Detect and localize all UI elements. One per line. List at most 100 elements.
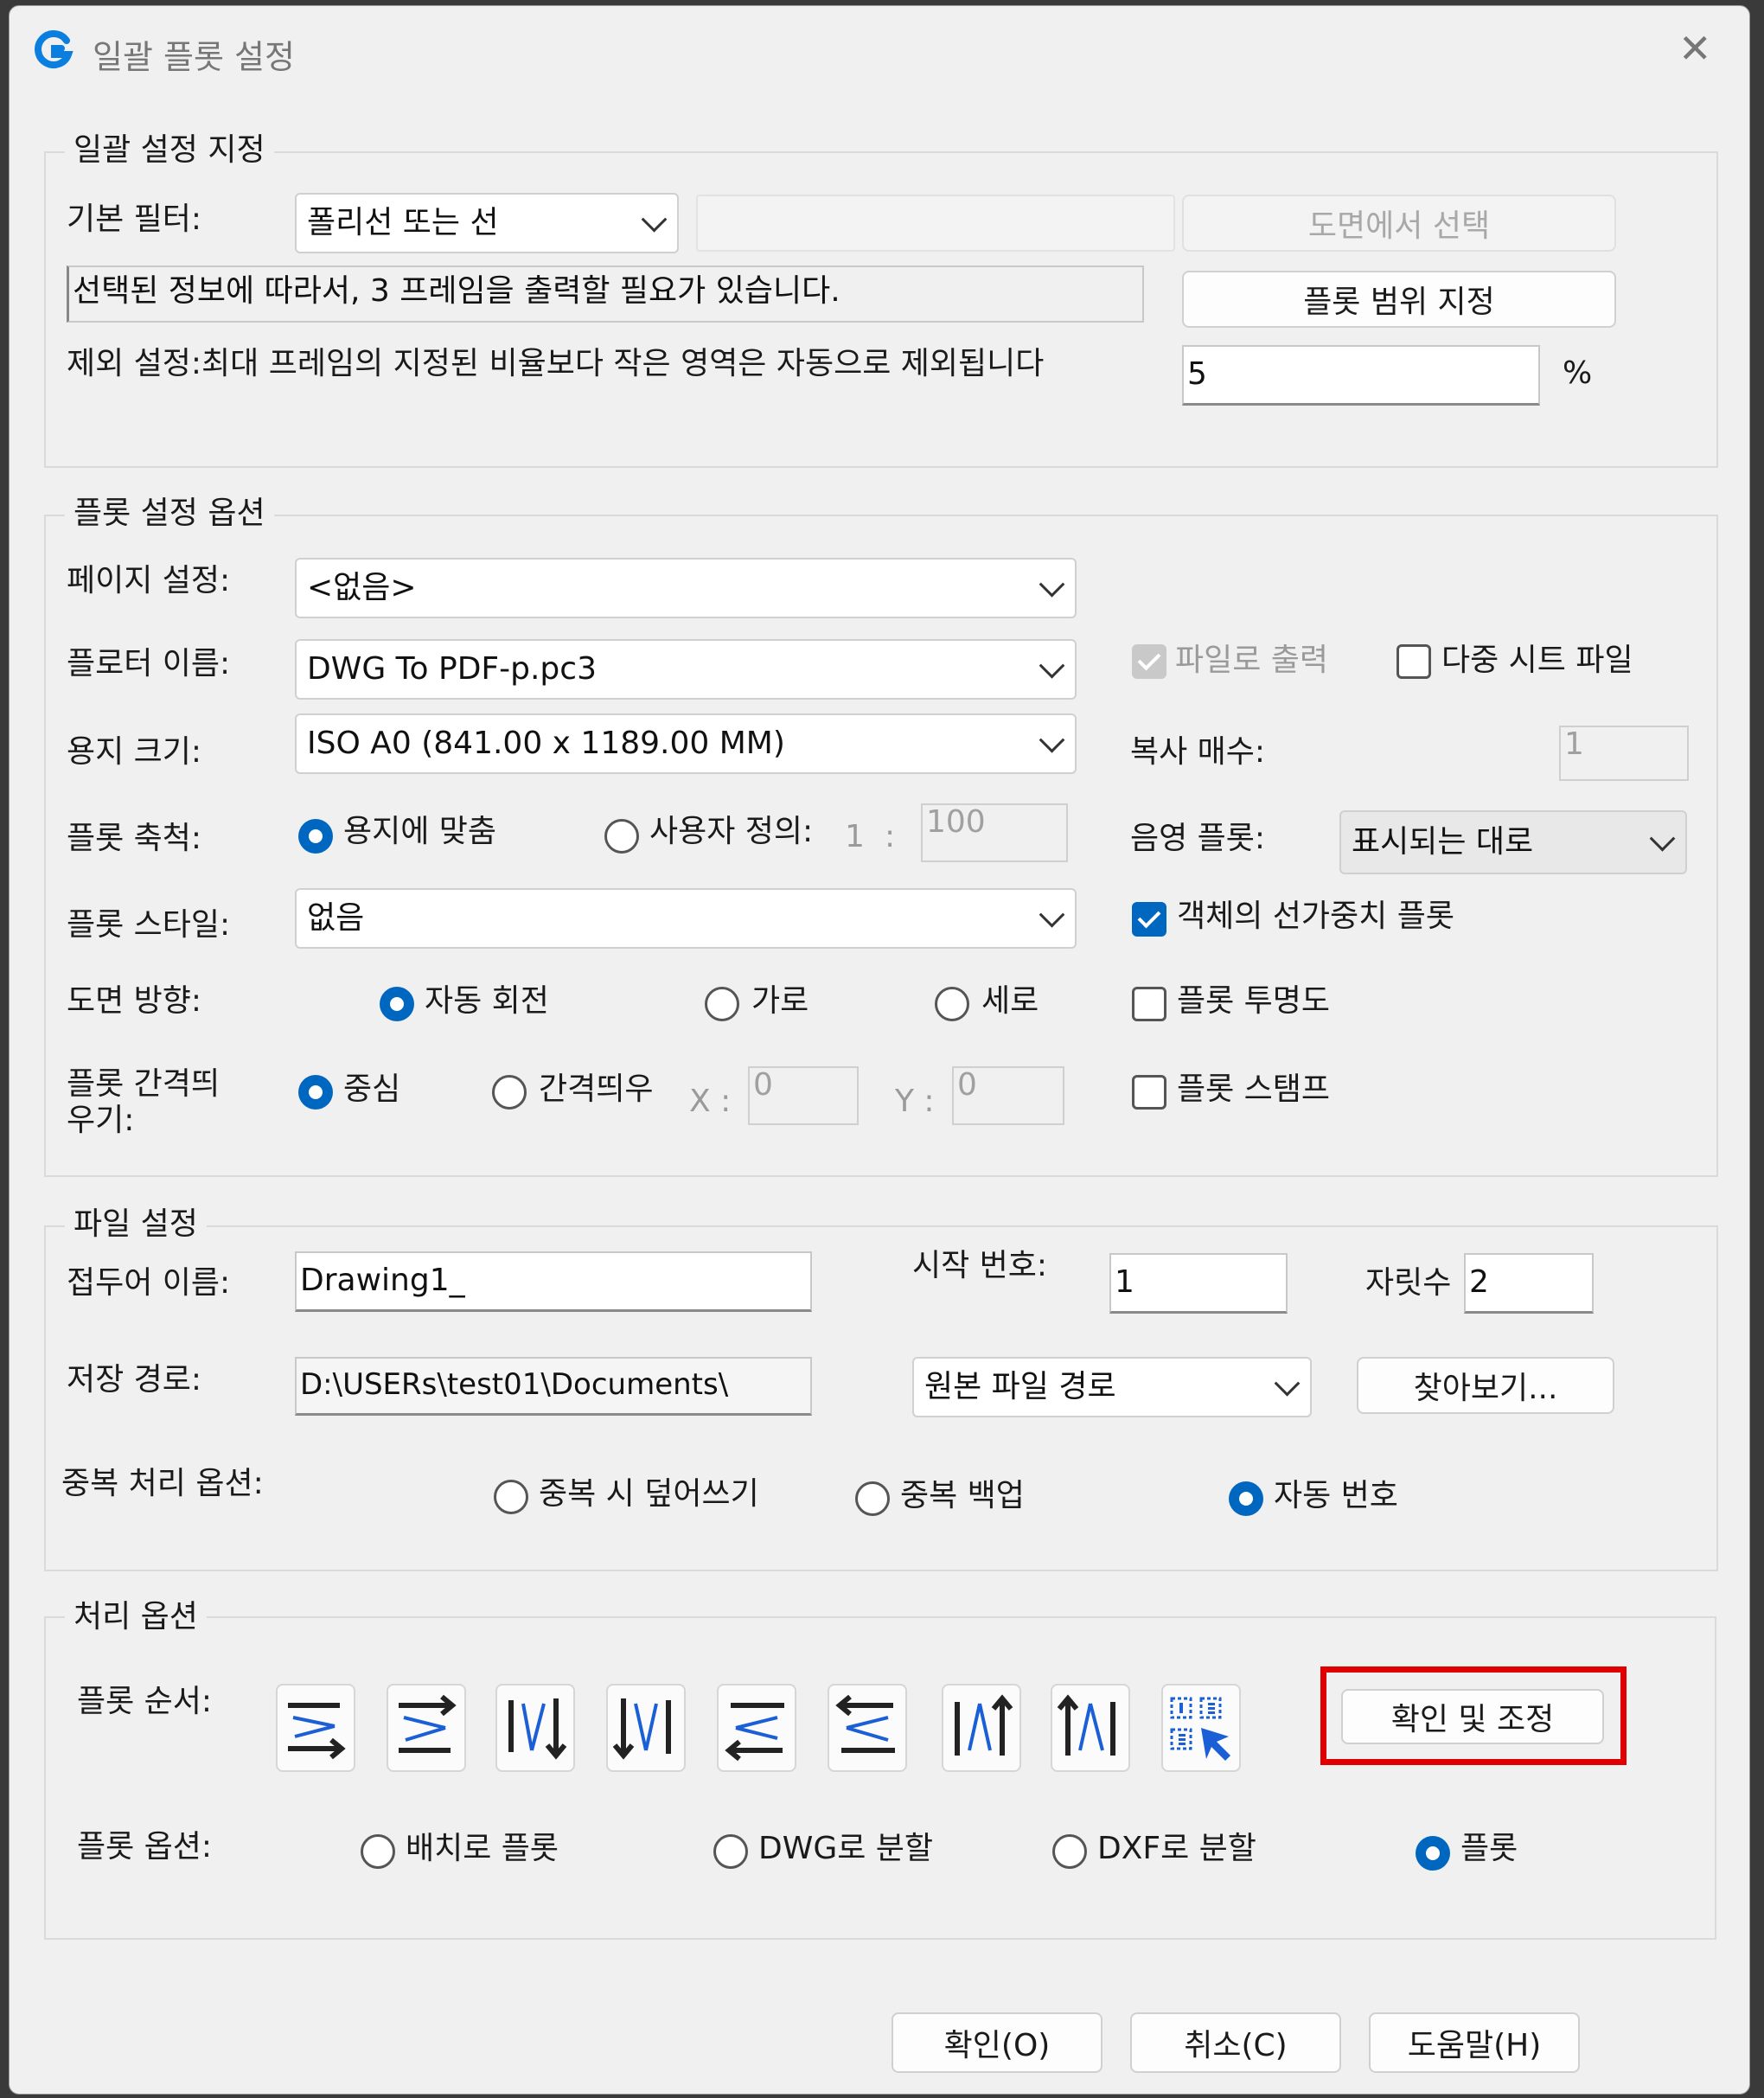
stamp-checkbox[interactable] — [1132, 1075, 1166, 1110]
filter-value: 폴리선 또는 선 — [307, 205, 499, 240]
center-label: 중심 — [343, 1071, 401, 1107]
plot-range-button[interactable]: 플롯 범위 지정 — [1182, 271, 1616, 328]
chevron-down-icon — [1039, 901, 1065, 928]
shade-plot-label: 음영 플롯: — [1130, 821, 1266, 856]
start-number-input[interactable]: 1 — [1109, 1253, 1288, 1314]
layout-plot-radio[interactable] — [361, 1834, 395, 1869]
orientation-label: 도면 방향: — [67, 983, 202, 1019]
file-settings-title: 파일 설정 — [65, 1206, 207, 1243]
select-in-drawing-button[interactable]: 도면에서 선택 — [1182, 195, 1616, 252]
rows-right-down-icon[interactable] — [276, 1684, 355, 1772]
page-setup-select[interactable]: <없음> — [295, 558, 1077, 618]
offset-label: 플롯 간격띄우기: — [67, 1066, 220, 1138]
info-text: 선택된 정보에 따라서, 3 프레임을 출력할 필요가 있습니다. — [67, 265, 1144, 323]
processing-options-group — [44, 1616, 1716, 1940]
digits-input[interactable]: 2 — [1464, 1253, 1594, 1314]
columns-down-right-icon[interactable] — [495, 1684, 575, 1772]
save-path-input[interactable]: D:\USERs\test01\Documents\ — [295, 1357, 812, 1416]
filter-display — [696, 195, 1175, 252]
plot-options-title: 플롯 설정 옵션 — [65, 496, 274, 532]
to-file-checkbox[interactable] — [1132, 644, 1166, 679]
app-logo-icon — [35, 30, 74, 68]
portrait-radio[interactable] — [935, 987, 969, 1021]
ok-button[interactable]: 확인(O) — [892, 2012, 1102, 2073]
paper-size-label: 용지 크기: — [67, 734, 202, 770]
columns-up-right-icon[interactable] — [942, 1684, 1021, 1772]
manual-select-icon[interactable] — [1161, 1684, 1241, 1772]
help-button[interactable]: 도움말(H) — [1369, 2012, 1580, 2073]
plotter-select[interactable]: DWG To PDF-p.pc3 — [295, 639, 1077, 700]
confirm-adjust-button[interactable]: 확인 및 조정 — [1341, 1689, 1604, 1744]
scale-colon: : — [885, 819, 896, 854]
offset-radio[interactable] — [492, 1075, 527, 1110]
scale-input[interactable]: 100 — [921, 803, 1068, 862]
multi-sheet-checkbox[interactable] — [1396, 644, 1431, 679]
dwg-split-radio[interactable] — [713, 1834, 748, 1869]
close-icon[interactable]: ✕ — [1678, 25, 1712, 72]
overwrite-label: 중복 시 덮어쓰기 — [539, 1476, 759, 1512]
rows-left-down-icon[interactable] — [828, 1684, 907, 1772]
filter-select[interactable]: 폴리선 또는 선 — [295, 193, 679, 253]
chevron-down-icon — [1039, 571, 1065, 598]
landscape-label: 가로 — [751, 983, 809, 1019]
plot-style-select[interactable]: 없음 — [295, 888, 1077, 949]
backup-label: 중복 백업 — [900, 1478, 1025, 1513]
shade-plot-select[interactable]: 표시되는 대로 — [1339, 810, 1687, 874]
custom-scale-radio[interactable] — [604, 819, 639, 854]
columns-up-icon[interactable] — [1051, 1684, 1130, 1772]
plot-style-value: 없음 — [307, 900, 365, 936]
fit-paper-radio[interactable] — [298, 819, 333, 854]
digits-label: 자릿수 — [1365, 1265, 1452, 1301]
transparency-checkbox[interactable] — [1132, 987, 1166, 1021]
filter-label: 기본 필터: — [67, 201, 202, 237]
path-type-select[interactable]: 원본 파일 경로 — [912, 1357, 1312, 1417]
plot-option-label: 플롯 옵션: — [77, 1829, 213, 1865]
multi-sheet-label: 다중 시트 파일 — [1441, 643, 1633, 678]
paper-size-select[interactable]: ISO A0 (841.00 x 1189.00 MM) — [295, 713, 1077, 774]
auto-number-radio[interactable] — [1229, 1481, 1263, 1516]
x-offset-input[interactable]: 0 — [748, 1066, 859, 1125]
plot-style-label: 플롯 스타일: — [67, 907, 231, 943]
center-radio[interactable] — [298, 1075, 333, 1110]
backup-radio[interactable] — [855, 1481, 890, 1516]
overwrite-radio[interactable] — [494, 1480, 528, 1514]
prefix-label: 접두어 이름: — [67, 1265, 231, 1301]
batch-settings-title: 일괄 설정 지정 — [65, 132, 274, 169]
browse-button[interactable]: 찾아보기... — [1357, 1357, 1614, 1414]
x-label: X : — [689, 1084, 732, 1119]
auto-number-label: 자동 번호 — [1274, 1478, 1398, 1513]
plot-order-label: 플롯 순서: — [77, 1684, 213, 1719]
chevron-down-icon — [641, 206, 668, 233]
rows-left-icon[interactable] — [717, 1684, 796, 1772]
rows-right-icon[interactable] — [387, 1684, 466, 1772]
offset-radio-label: 간격띄우 — [539, 1071, 654, 1107]
dxf-split-radio[interactable] — [1052, 1834, 1087, 1869]
page-setup-label: 페이지 설정: — [67, 563, 231, 598]
prefix-input[interactable]: Drawing1_ — [295, 1251, 812, 1312]
custom-scale-label: 사용자 정의: — [649, 814, 814, 849]
copies-input[interactable]: 1 — [1559, 726, 1689, 781]
chevron-down-icon — [1039, 726, 1065, 753]
transparency-label: 플롯 투명도 — [1177, 983, 1331, 1019]
dwg-split-label: DWG로 분할 — [758, 1831, 934, 1866]
chevron-down-icon — [1649, 825, 1676, 852]
auto-rotate-radio[interactable] — [380, 987, 414, 1021]
plotter-value: DWG To PDF-p.pc3 — [307, 651, 597, 687]
cancel-button[interactable]: 취소(C) — [1130, 2012, 1341, 2073]
columns-down-icon[interactable] — [606, 1684, 686, 1772]
shade-plot-value: 표시되는 대로 — [1352, 824, 1534, 860]
landscape-radio[interactable] — [705, 987, 739, 1021]
y-offset-input[interactable]: 0 — [952, 1066, 1064, 1125]
copies-label: 복사 매수: — [1130, 734, 1266, 770]
exclude-input[interactable]: 5 — [1182, 345, 1540, 406]
to-file-label: 파일로 출력 — [1175, 643, 1329, 678]
scale-one: 1 — [845, 819, 865, 854]
window-title: 일괄 플롯 설정 — [93, 38, 295, 76]
save-path-label: 저장 경로: — [67, 1362, 202, 1398]
exclude-label: 제외 설정:최대 프레임의 지정된 비율보다 작은 영역은 자동으로 제외됩니다 — [67, 346, 1045, 381]
fit-paper-label: 용지에 맞춤 — [343, 814, 497, 849]
auto-rotate-label: 자동 회전 — [425, 983, 549, 1019]
plot-radio[interactable] — [1416, 1836, 1450, 1871]
batch-plot-dialog: 일괄 플롯 설정 ✕ 일괄 설정 지정 기본 필터: 폴리선 또는 선 도면에서… — [9, 5, 1750, 2095]
lineweight-checkbox[interactable] — [1132, 902, 1166, 937]
